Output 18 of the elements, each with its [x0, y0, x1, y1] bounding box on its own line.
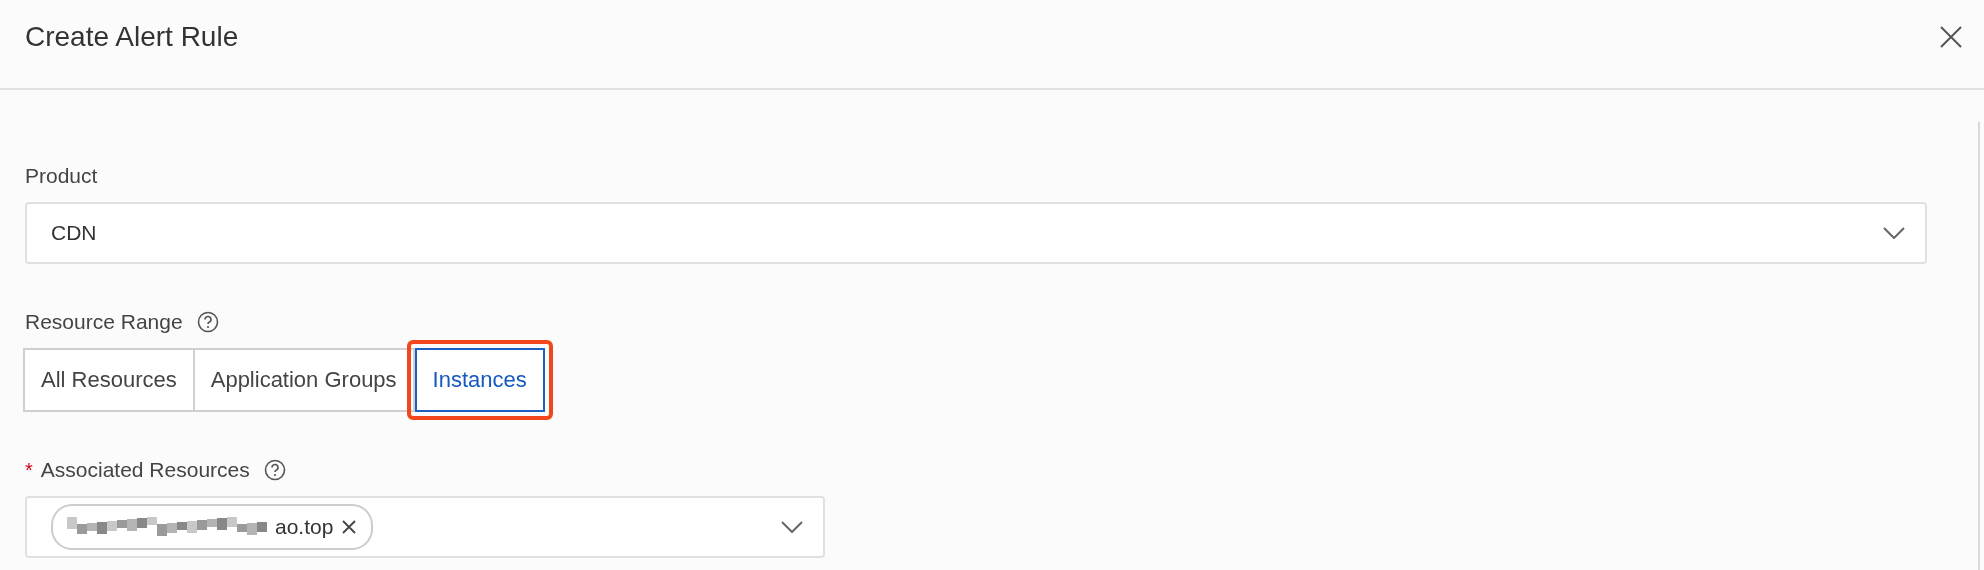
dialog-title: Create Alert Rule — [25, 21, 239, 53]
segment-button[interactable]: Instances — [414, 348, 545, 412]
field-label: Product — [25, 164, 98, 188]
chevron-down-icon — [1883, 227, 1905, 239]
close-icon[interactable] — [1940, 26, 1962, 48]
required-mark: * — [25, 458, 33, 482]
segment-button[interactable]: All Resources — [23, 348, 195, 412]
scrollbar[interactable] — [1978, 122, 1980, 570]
chevron-down-icon — [781, 521, 803, 533]
segment-button[interactable]: Application Groups — [192, 348, 415, 412]
help-icon[interactable] — [263, 459, 286, 481]
resources-select[interactable]: ao.top — [25, 496, 825, 558]
field-label: Associated Resources — [40, 458, 250, 482]
product-select[interactable]: CDN — [25, 202, 1927, 264]
help-icon[interactable] — [196, 311, 219, 333]
remove-icon[interactable] — [341, 519, 358, 535]
resource-tag[interactable]: ao.top — [51, 504, 374, 550]
field-label: Resource Range — [25, 310, 183, 334]
